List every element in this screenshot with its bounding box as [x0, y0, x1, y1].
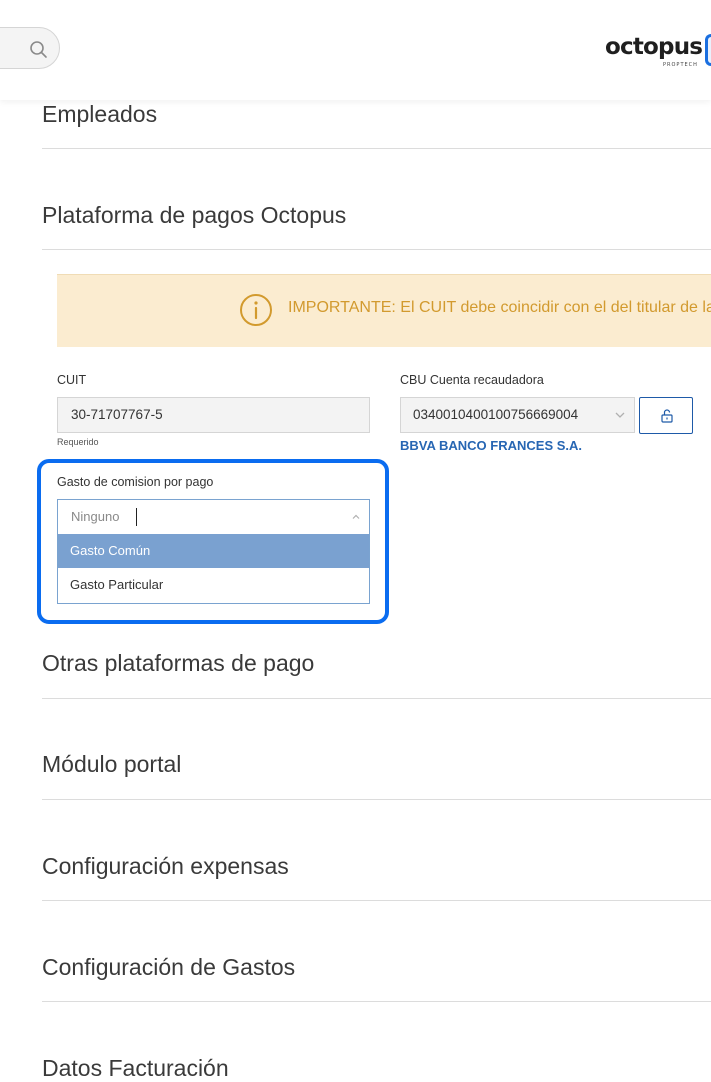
bank-name: BBVA BANCO FRANCES S.A.	[400, 438, 583, 453]
important-alert: IMPORTANTE: El CUIT debe coincidir con e…	[57, 274, 711, 347]
search-icon[interactable]	[29, 40, 49, 60]
section-divider	[42, 148, 711, 149]
cuit-helper-text: Requerido	[57, 437, 99, 447]
text-cursor	[136, 508, 137, 526]
section-divider	[42, 1001, 711, 1002]
section-plataforma-pagos[interactable]: Plataforma de pagos Octopus	[42, 202, 346, 229]
unlock-button[interactable]	[639, 397, 693, 434]
section-divider	[42, 799, 711, 800]
option-gasto-comun[interactable]: Gasto Común	[58, 534, 369, 568]
lock-icon	[661, 409, 673, 423]
section-configuracion-expensas[interactable]: Configuración expensas	[42, 853, 289, 880]
top-bar: octopus PROPTECH	[0, 0, 711, 100]
section-otras-plataformas[interactable]: Otras plataformas de pago	[42, 650, 314, 677]
section-modulo-portal[interactable]: Módulo portal	[42, 751, 181, 778]
logo-wordmark: octopus	[605, 34, 703, 60]
logo-subtext: PROPTECH	[663, 62, 698, 68]
section-datos-facturacion[interactable]: Datos Facturación	[42, 1055, 229, 1082]
section-divider	[42, 698, 711, 699]
alert-text: IMPORTANTE: El CUIT debe coincidir con e…	[288, 299, 711, 316]
section-divider	[42, 900, 711, 901]
chevron-up-icon[interactable]	[351, 512, 361, 522]
cuit-input[interactable]: 30-71707767-5	[57, 397, 370, 433]
section-empleados[interactable]: Empleados	[42, 101, 157, 128]
cbu-select[interactable]: 0340010400100756669004	[400, 397, 635, 433]
cuit-label: CUIT	[57, 373, 87, 387]
cbu-label: CBU Cuenta recaudadora	[400, 373, 544, 387]
info-icon	[240, 294, 272, 326]
logo-mark-icon	[705, 34, 711, 66]
option-gasto-particular[interactable]: Gasto Particular	[58, 568, 369, 602]
section-divider	[42, 249, 711, 250]
chevron-down-icon	[615, 412, 625, 418]
commission-select[interactable]: Ninguno	[57, 499, 370, 535]
commission-label: Gasto de comision por pago	[57, 475, 214, 489]
commission-dropdown: Gasto Común Gasto Particular	[57, 534, 370, 604]
section-configuracion-gastos[interactable]: Configuración de Gastos	[42, 954, 295, 981]
